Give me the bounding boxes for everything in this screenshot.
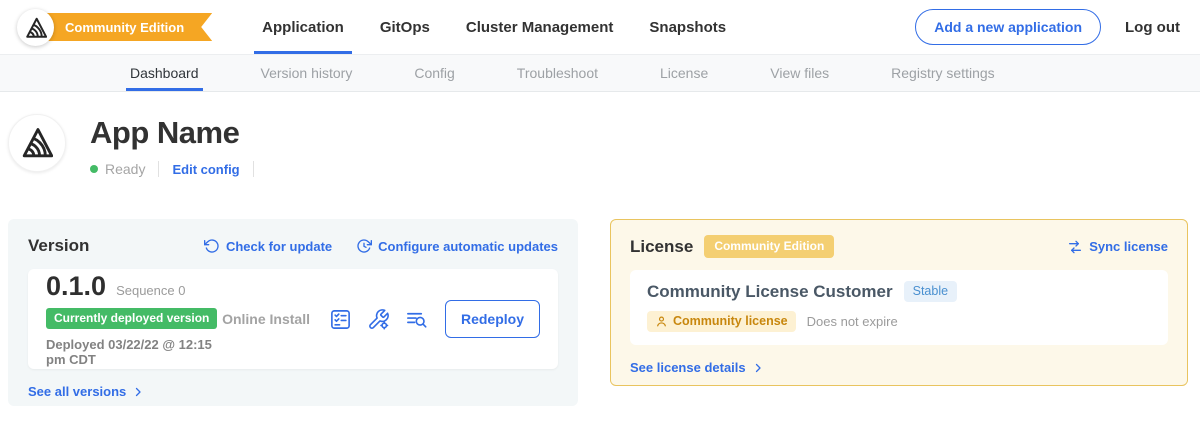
- person-icon: [655, 315, 668, 328]
- preflight-checks-icon[interactable]: [329, 308, 352, 331]
- page-title: App Name: [90, 115, 267, 151]
- see-all-versions-link[interactable]: See all versions: [28, 384, 144, 399]
- divider: [253, 161, 254, 177]
- version-number: 0.1.0: [46, 271, 106, 302]
- license-details-panel: Community License Customer Stable Commun…: [630, 270, 1168, 345]
- chevron-right-icon: [132, 386, 144, 398]
- community-edition-badge: Community Edition: [704, 235, 834, 258]
- currently-deployed-badge: Currently deployed version: [46, 308, 217, 329]
- edit-config-link[interactable]: Edit config: [172, 162, 239, 177]
- subnav-item-registry-settings[interactable]: Registry settings: [891, 55, 994, 91]
- subnav-item-version-history[interactable]: Version history: [261, 55, 353, 91]
- tab-cluster-management[interactable]: Cluster Management: [466, 0, 614, 54]
- version-card: Version Check for update Configure autom…: [8, 219, 578, 406]
- subnav-item-troubleshoot[interactable]: Troubleshoot: [517, 55, 598, 91]
- app-logo-icon: [8, 114, 66, 172]
- app-sub-nav: Dashboard Version history Config Trouble…: [0, 55, 1200, 92]
- add-new-application-button[interactable]: Add a new application: [915, 9, 1101, 45]
- status-ready-dot: [90, 165, 98, 173]
- top-nav: Community Edition Application GitOps Clu…: [0, 0, 1200, 55]
- tab-application[interactable]: Application: [262, 0, 344, 54]
- redeploy-button[interactable]: Redeploy: [445, 300, 540, 338]
- check-for-update-link[interactable]: Check for update: [204, 238, 332, 254]
- deploy-logs-icon[interactable]: [405, 308, 428, 331]
- license-card: License Community Edition Sync license C…: [610, 219, 1188, 386]
- brand-logo-link[interactable]: Community Edition: [0, 0, 212, 54]
- sync-license-link[interactable]: Sync license: [1067, 239, 1168, 255]
- subnav-item-view-files[interactable]: View files: [770, 55, 829, 91]
- deployed-timestamp: Deployed 03/22/22 @ 12:15 pm CDT: [46, 337, 222, 367]
- logout-button[interactable]: Log out: [1125, 19, 1180, 36]
- config-wrench-icon[interactable]: [367, 308, 390, 331]
- status-label: Ready: [105, 161, 145, 177]
- expiration-text: Does not expire: [807, 314, 898, 329]
- subnav-item-dashboard[interactable]: Dashboard: [130, 55, 199, 91]
- configure-automatic-updates-link[interactable]: Configure automatic updates: [356, 238, 558, 254]
- subnav-item-license[interactable]: License: [660, 55, 708, 91]
- license-card-title: License: [630, 237, 693, 257]
- install-type-label: Online Install: [222, 311, 310, 327]
- replicated-logo-icon: [17, 9, 54, 46]
- community-license-badge: Community license: [647, 311, 796, 332]
- sequence-label: Sequence 0: [116, 283, 185, 298]
- app-header: App Name Ready Edit config: [0, 92, 1200, 177]
- top-nav-tabs: Application GitOps Cluster Management Sn…: [262, 0, 726, 54]
- divider: [158, 161, 159, 177]
- dashboard-cards: Version Check for update Configure autom…: [0, 219, 1200, 406]
- tab-gitops[interactable]: GitOps: [380, 0, 430, 54]
- channel-stable-badge: Stable: [904, 281, 957, 302]
- edition-ribbon: Community Edition: [35, 13, 212, 41]
- sync-arrows-icon: [1067, 239, 1083, 255]
- subnav-item-config[interactable]: Config: [414, 55, 454, 91]
- clock-refresh-icon: [356, 238, 372, 254]
- customer-name: Community License Customer: [647, 282, 893, 302]
- refresh-icon: [204, 238, 220, 254]
- current-version-panel: 0.1.0 Sequence 0 Currently deployed vers…: [28, 269, 558, 369]
- version-card-title: Version: [28, 236, 89, 256]
- chevron-right-icon: [752, 362, 764, 374]
- tab-snapshots[interactable]: Snapshots: [649, 0, 726, 54]
- see-license-details-link[interactable]: See license details: [630, 360, 764, 375]
